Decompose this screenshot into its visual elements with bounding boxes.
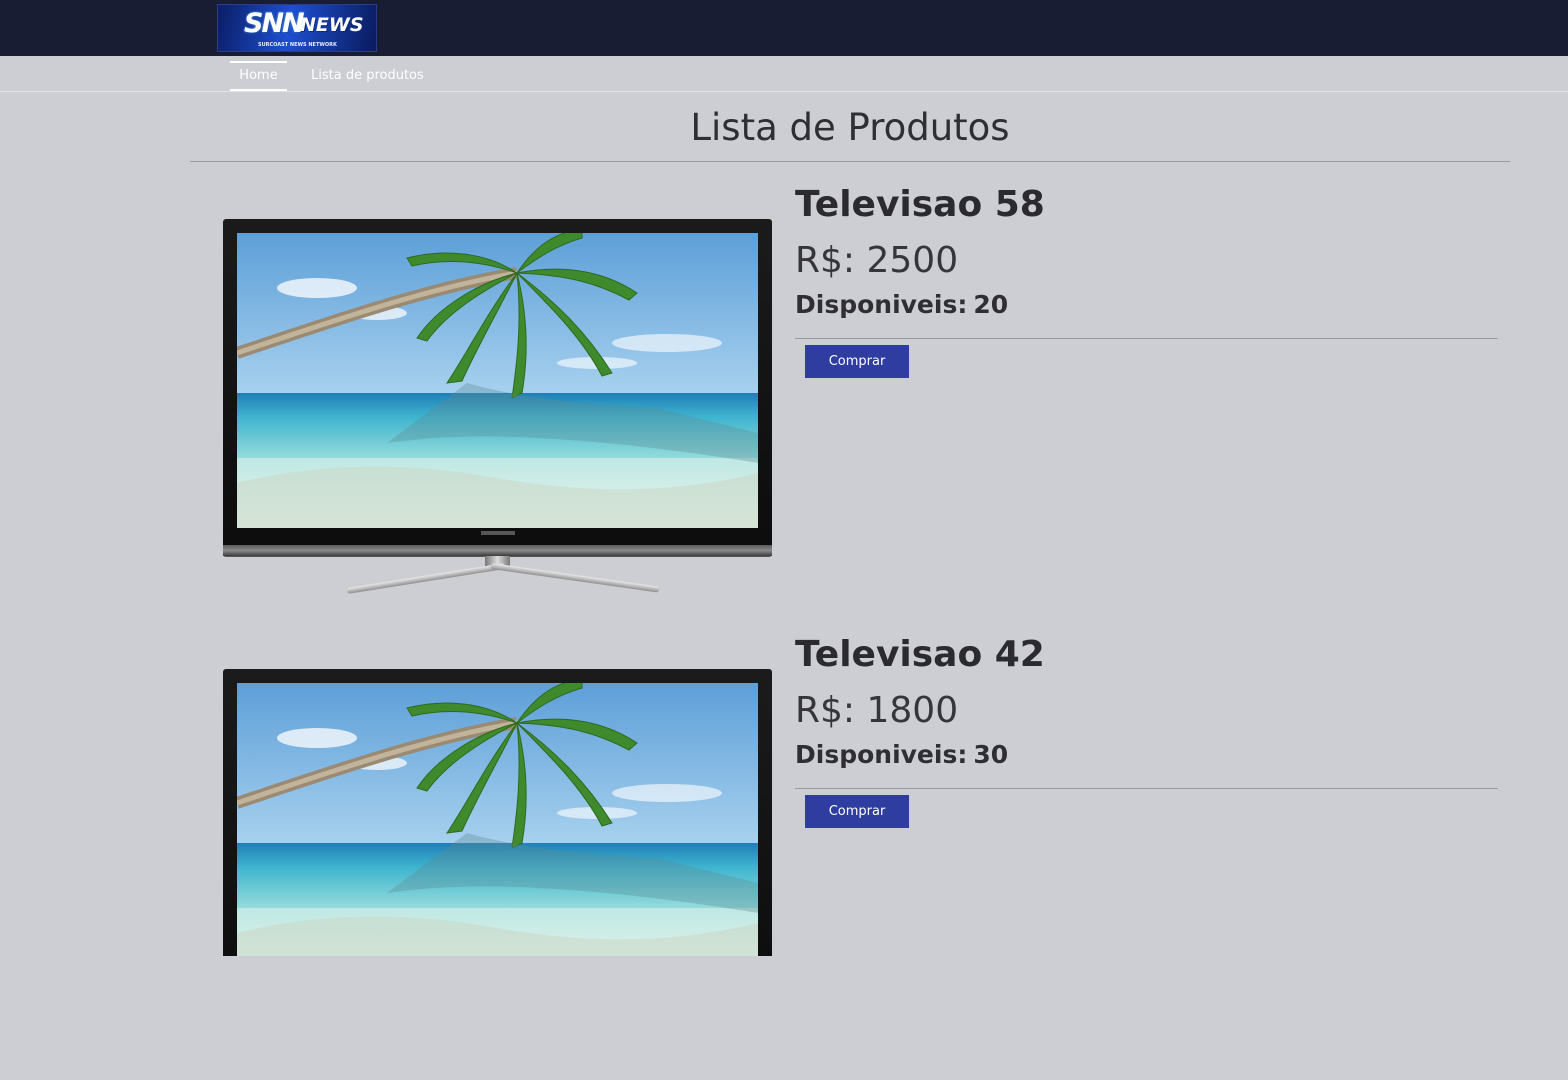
snn-news-logo[interactable]: SNN NEWS SURCOAST NEWS NETWORK: [217, 4, 377, 52]
television-beach-image[interactable]: [223, 219, 772, 603]
tv-brand-mark: [481, 531, 515, 535]
tv-stand-right-leg: [490, 563, 660, 593]
product-stock: Disponiveis: 30: [795, 740, 1008, 769]
product-stock: Disponiveis: 20: [795, 290, 1008, 319]
product-price: R$: 1800: [795, 690, 959, 731]
main-nav: Home Lista de produtos: [0, 56, 1568, 92]
product-divider: [795, 338, 1498, 339]
tv-stand-left-leg: [346, 563, 506, 594]
nav-product-list-link[interactable]: Lista de produtos: [311, 61, 424, 91]
product-name: Televisao 42: [795, 634, 1045, 675]
stock-label: Disponiveis:: [795, 740, 968, 769]
logo-accent-text: NEWS: [300, 14, 364, 36]
tv-screen: [237, 683, 758, 956]
tv-screen: [237, 233, 758, 528]
stock-label: Disponiveis:: [795, 290, 968, 319]
television-beach-image[interactable]: [223, 669, 772, 956]
tv-frame: [223, 669, 772, 956]
top-header-bar: SNN NEWS SURCOAST NEWS NETWORK: [0, 0, 1568, 56]
product-card: Televisao 42 R$: 1800 Disponiveis: 30 Com…: [190, 630, 1510, 1080]
product-price: R$: 2500: [795, 240, 959, 281]
product-name: Televisao 58: [795, 184, 1045, 225]
buy-button[interactable]: Comprar: [805, 795, 909, 828]
logo-main-text: SNN: [244, 8, 305, 39]
product-card: Televisao 58 R$: 2500 Disponiveis: 20 Com…: [190, 180, 1510, 630]
tv-bottom-bezel: [223, 545, 772, 556]
stock-value: 20: [973, 290, 1009, 319]
page-title: Lista de Produtos: [690, 106, 1010, 149]
stock-value: 30: [973, 740, 1009, 769]
logo-tagline: SURCOAST NEWS NETWORK: [258, 42, 337, 48]
nav-home-link[interactable]: Home: [230, 61, 287, 91]
tv-frame: [223, 219, 772, 556]
product-divider: [795, 788, 1498, 789]
title-divider: [190, 161, 1510, 162]
buy-button[interactable]: Comprar: [805, 345, 909, 378]
